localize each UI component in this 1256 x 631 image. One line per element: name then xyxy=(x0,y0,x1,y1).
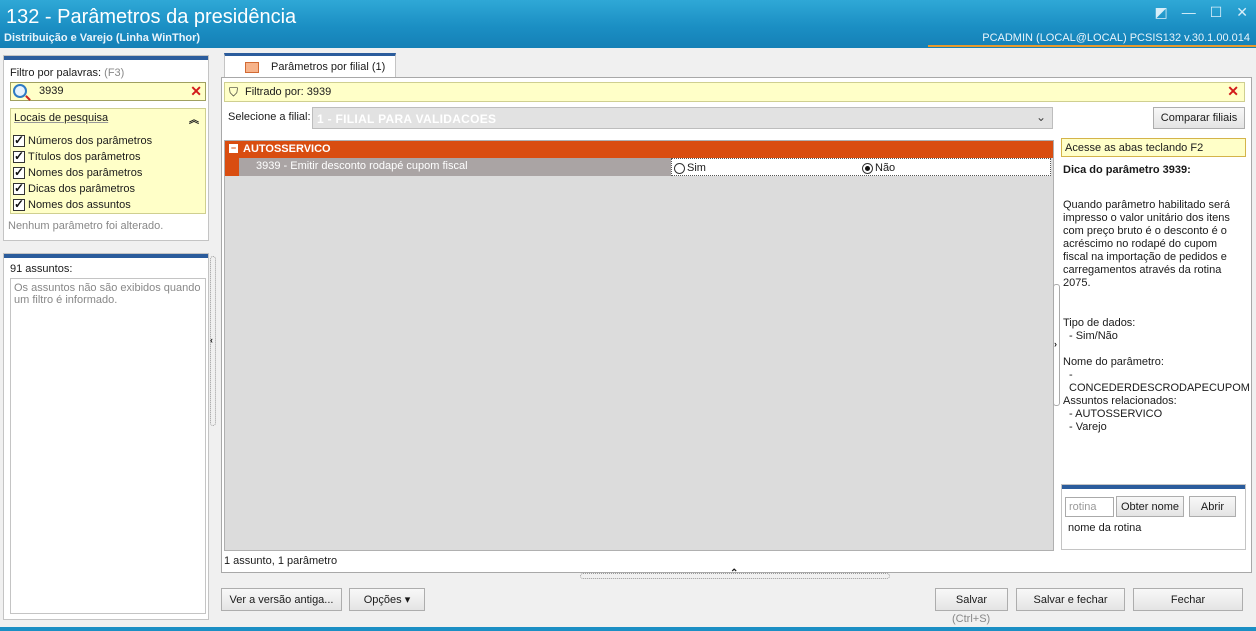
checkbox-icon[interactable] xyxy=(13,197,25,211)
save-close-button[interactable]: Salvar e fechar xyxy=(1016,588,1125,611)
search-value: 3939 xyxy=(39,85,64,97)
change-status: Nenhum parâmetro foi alterado. xyxy=(8,220,164,232)
tab-branch-params[interactable]: Parâmetros por filial (1) xyxy=(224,53,396,78)
param-tip-panel: Dica do parâmetro 3939: Quando parâmetro… xyxy=(1061,160,1250,480)
get-name-button[interactable]: Obter nome xyxy=(1116,496,1184,517)
grid-footer: 1 assunto, 1 parâmetro xyxy=(224,555,338,567)
folder-icon xyxy=(245,61,259,73)
location-titles[interactable]: Títulos dos parâmetros xyxy=(13,149,141,164)
group-row[interactable]: − AUTOSSERVICO xyxy=(225,141,1053,158)
close-button[interactable]: Fechar xyxy=(1133,588,1243,611)
param-row[interactable]: 3939 - Emitir desconto rodapé cupom fisc… xyxy=(225,158,1053,176)
old-version-button[interactable]: Ver a versão antiga... xyxy=(221,588,342,611)
checkbox-icon[interactable] xyxy=(13,165,25,179)
chevron-up-icon[interactable]: ⌃ xyxy=(730,568,738,579)
close-icon[interactable]: ✕ xyxy=(1236,4,1248,21)
related-item: - AUTOSSERVICO xyxy=(1069,408,1163,420)
location-subjects[interactable]: Nomes dos assuntos xyxy=(13,197,131,212)
routine-caption: nome da rotina xyxy=(1068,522,1142,534)
left-splitter[interactable]: ‹ xyxy=(210,256,216,426)
data-type-label: Tipo de dados: xyxy=(1063,317,1136,329)
collapse-group-icon[interactable]: − xyxy=(229,144,238,153)
filter-panel: Filtro por palavras: (F3) 3939 ✕ Locais … xyxy=(3,55,209,241)
related-label: Assuntos relacionados: xyxy=(1063,395,1177,407)
title-bar: 132 - Parâmetros da presidência Distribu… xyxy=(0,0,1256,48)
search-locations-title: Locais de pesquisa xyxy=(14,112,109,124)
search-locations: Locais de pesquisa ︽ Números dos parâmet… xyxy=(10,108,206,214)
maximize-icon[interactable]: ☐ xyxy=(1210,4,1223,21)
param-name-value: - CONCEDERDESCRODAPECUPOM xyxy=(1069,369,1250,394)
radio-icon[interactable] xyxy=(674,162,685,174)
location-names[interactable]: Nomes dos parâmetros xyxy=(13,165,142,180)
title-accent-line xyxy=(928,45,1256,47)
subjects-panel: 91 assuntos: Os assuntos não são exibido… xyxy=(3,253,209,620)
location-numbers[interactable]: Números dos parâmetros xyxy=(13,133,152,148)
clear-search-icon[interactable]: ✕ xyxy=(190,83,202,100)
bottom-border xyxy=(0,627,1256,631)
minimize-icon[interactable]: — xyxy=(1182,4,1196,21)
options-button[interactable]: Opções ▾ xyxy=(349,588,425,611)
tabs-hint: Acesse as abas teclando F2 xyxy=(1061,138,1246,157)
user-info: PCADMIN (LOCAL@LOCAL) PCSIS132 v.30.1.00… xyxy=(982,32,1250,44)
checkbox-icon[interactable] xyxy=(13,149,25,163)
funnel-icon: ⛉ xyxy=(229,85,239,99)
checkbox-icon[interactable] xyxy=(13,181,25,195)
window-title: 132 - Parâmetros da presidência xyxy=(6,6,297,28)
right-splitter[interactable]: › xyxy=(1053,284,1060,406)
tab-count: (1) xyxy=(371,61,386,73)
bottom-splitter[interactable]: ⌃ xyxy=(580,568,890,579)
subjects-count: 91 assuntos: xyxy=(10,263,73,275)
group-name: AUTOSSERVICO xyxy=(243,143,331,155)
param-value-cell[interactable]: Sim Não xyxy=(671,158,1051,176)
chevron-down-icon[interactable]: ⌄ xyxy=(1036,110,1046,124)
clear-filter-icon[interactable]: ✕ xyxy=(1227,83,1239,100)
data-type-value: - Sim/Não xyxy=(1069,330,1118,342)
window-subtitle: Distribuição e Varejo (Linha WinThor) xyxy=(4,32,201,44)
save-shortcut: (Ctrl+S) xyxy=(952,613,991,625)
restore-icon[interactable]: ◩ xyxy=(1154,4,1167,21)
search-input[interactable]: 3939 ✕ xyxy=(10,82,206,101)
filtered-bar: ⛉ Filtrado por: 3939 ✕ xyxy=(224,82,1245,102)
subjects-list: Os assuntos não são exibidos quando um f… xyxy=(10,278,206,614)
save-button[interactable]: Salvar xyxy=(935,588,1008,611)
routine-panel: rotina Obter nome Abrir nome da rotina xyxy=(1061,484,1246,550)
tip-body: Quando parâmetro habilitado será impress… xyxy=(1063,199,1230,289)
param-name: 3939 - Emitir desconto rodapé cupom fisc… xyxy=(239,158,671,176)
compare-branches-button[interactable]: Comparar filiais xyxy=(1153,107,1245,129)
radio-nao[interactable]: Não xyxy=(862,162,895,174)
branch-label: Selecione a filial: xyxy=(228,111,311,123)
collapse-chevron-icon[interactable]: ︽ xyxy=(189,111,199,126)
params-grid: − AUTOSSERVICO 3939 - Emitir desconto ro… xyxy=(224,140,1054,551)
chevron-right-icon[interactable]: › xyxy=(1054,339,1057,349)
radio-selected-icon[interactable] xyxy=(862,162,873,174)
open-button[interactable]: Abrir xyxy=(1189,496,1236,517)
row-marker xyxy=(225,158,239,176)
checkbox-icon[interactable] xyxy=(13,133,25,147)
filter-label: Filtro por palavras: (F3) xyxy=(10,67,125,79)
location-tips[interactable]: Dicas dos parâmetros xyxy=(13,181,135,196)
param-name-label: Nome do parâmetro: xyxy=(1063,356,1164,368)
tab-label: Parâmetros por filial xyxy=(271,61,369,73)
related-item: - Varejo xyxy=(1069,421,1107,433)
branch-select[interactable]: 1 - FILIAL PARA VALIDACOES ⌄ xyxy=(312,107,1053,129)
branch-value: 1 - FILIAL PARA VALIDACOES xyxy=(317,112,497,126)
magnifier-icon xyxy=(13,84,27,98)
routine-input[interactable]: rotina xyxy=(1065,497,1114,517)
filtered-text: Filtrado por: 3939 xyxy=(245,86,332,98)
radio-sim[interactable]: Sim xyxy=(674,162,706,174)
tip-title: Dica do parâmetro 3939: xyxy=(1063,164,1191,176)
chevron-left-icon[interactable]: ‹ xyxy=(210,335,213,345)
